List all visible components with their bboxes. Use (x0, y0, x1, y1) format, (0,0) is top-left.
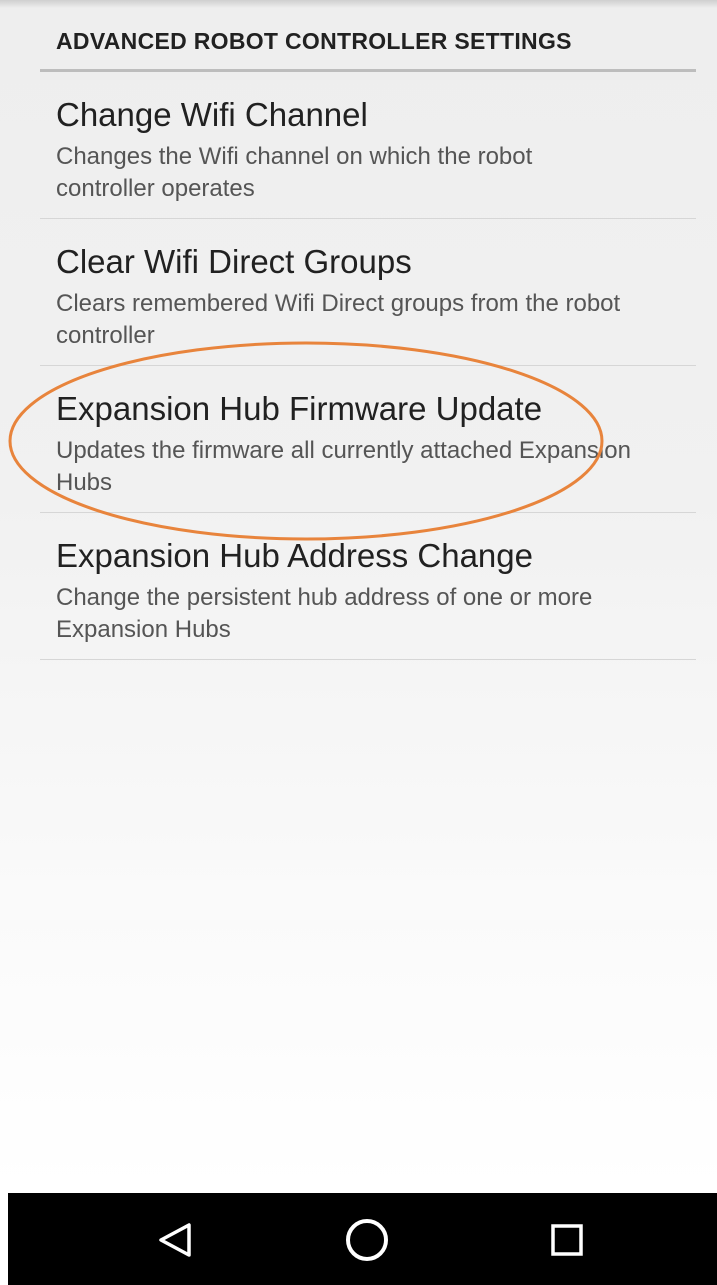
pref-title: Expansion Hub Address Change (56, 537, 533, 574)
pref-clear-wifi-direct-groups[interactable]: Clear Wifi Direct Groups Clears remember… (40, 219, 696, 366)
back-triangle-icon (159, 1223, 191, 1257)
navigation-bar (8, 1193, 717, 1285)
home-circle-icon (346, 1219, 388, 1261)
home-button[interactable] (340, 1213, 394, 1267)
category-header: ADVANCED ROBOT CONTROLLER SETTINGS (56, 28, 572, 54)
pref-title: Clear Wifi Direct Groups (56, 243, 412, 280)
pref-summary: Changes the Wifi channel on which the ro… (56, 143, 533, 202)
recents-button[interactable] (540, 1213, 594, 1267)
settings-screen: ADVANCED ROBOT CONTROLLER SETTINGS Chang… (0, 0, 717, 1285)
pref-summary: Change the persistent hub address of one… (56, 584, 593, 643)
pref-summary: Updates the firmware all currently attac… (56, 437, 631, 496)
pref-expansion-hub-address-change[interactable]: Expansion Hub Address Change Change the … (40, 513, 696, 660)
back-button[interactable] (148, 1213, 202, 1267)
pref-title: Change Wifi Channel (56, 96, 368, 133)
top-shadow (0, 0, 717, 8)
pref-expansion-hub-firmware-update[interactable]: Expansion Hub Firmware Update Updates th… (40, 366, 696, 513)
pref-change-wifi-channel[interactable]: Change Wifi Channel Changes the Wifi cha… (40, 72, 696, 219)
pref-summary: Clears remembered Wifi Direct groups fro… (56, 290, 621, 349)
preference-list: Change Wifi Channel Changes the Wifi cha… (40, 72, 696, 660)
recents-square-icon (551, 1224, 583, 1256)
pref-title: Expansion Hub Firmware Update (56, 390, 543, 427)
